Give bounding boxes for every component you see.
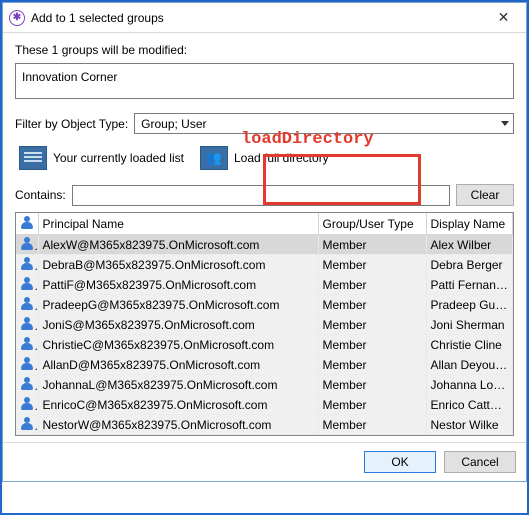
row-icon-cell [16,275,38,295]
principal-name-cell: PradeepG@M365x823975.OnMicrosoft.com [38,295,318,315]
user-icon [20,356,34,370]
currently-loaded-list-button[interactable]: Your currently loaded list [15,144,188,172]
filter-label: Filter by Object Type: [15,117,128,131]
table-row[interactable]: JoniS@M365x823975.OnMicrosoft.comMemberJ… [16,315,513,335]
row-icon-cell [16,235,38,255]
type-cell: Member [318,335,426,355]
dialog-window: ✱ Add to 1 selected groups ✕ These 1 gro… [2,2,527,482]
directory-icon: 👥 [200,146,228,170]
window-title: Add to 1 selected groups [31,11,481,25]
column-display-name[interactable]: Display Name [426,213,513,235]
principal-name-cell: EnricoC@M365x823975.OnMicrosoft.com [38,395,318,415]
row-icon-cell [16,415,38,435]
row-icon-cell [16,335,38,355]
user-icon [20,396,34,410]
user-icon [20,416,34,430]
row-icon-cell [16,395,38,415]
user-icon [20,316,34,330]
user-icon [20,296,34,310]
principal-name-cell: IsaiahL@M365x823975.OnMicrosoft.com [38,435,318,436]
display-name-cell: Isaiah Langer [426,435,513,436]
column-icon[interactable] [16,213,38,235]
table-row[interactable]: JohannaL@M365x823975.OnMicrosoft.comMemb… [16,375,513,395]
filter-object-type-dropdown[interactable]: Group; User [134,113,514,134]
user-icon [20,215,34,229]
type-cell: Member [318,355,426,375]
type-cell: Member [318,375,426,395]
type-cell: Member [318,435,426,436]
display-name-cell: Joni Sherman [426,315,513,335]
modified-label: These 1 groups will be modified: [15,43,514,57]
principal-name-cell: NestorW@M365x823975.OnMicrosoft.com [38,415,318,435]
results-scroll[interactable]: Principal Name Group/User Type Display N… [16,213,513,435]
principal-name-cell: JohannaL@M365x823975.OnMicrosoft.com [38,375,318,395]
table-row[interactable]: AllanD@M365x823975.OnMicrosoft.comMember… [16,355,513,375]
principal-name-cell: AllanD@M365x823975.OnMicrosoft.com [38,355,318,375]
load-full-directory-label: Load full directory [234,151,329,165]
table-row[interactable]: NestorW@M365x823975.OnMicrosoft.comMembe… [16,415,513,435]
type-cell: Member [318,295,426,315]
app-icon: ✱ [9,10,25,26]
row-icon-cell [16,315,38,335]
user-icon [20,256,34,270]
results-table: Principal Name Group/User Type Display N… [15,212,514,436]
user-icon [20,376,34,390]
display-name-cell: Christie Cline [426,335,513,355]
groups-listbox[interactable]: Innovation Corner [15,63,514,99]
clear-button[interactable]: Clear [456,184,514,206]
display-name-cell: Enrico Cattaneo [426,395,513,415]
dialog-footer: OK Cancel [3,442,526,481]
titlebar: ✱ Add to 1 selected groups ✕ [3,3,526,33]
list-icon [19,146,47,170]
ok-button[interactable]: OK [364,451,436,473]
table-row[interactable]: PradeepG@M365x823975.OnMicrosoft.comMemb… [16,295,513,315]
table-row[interactable]: ChristieC@M365x823975.OnMicrosoft.comMem… [16,335,513,355]
display-name-cell: Allan Deyoung [426,355,513,375]
user-icon [20,276,34,290]
display-name-cell: Debra Berger [426,255,513,275]
row-icon-cell [16,355,38,375]
principal-name-cell: PattiF@M365x823975.OnMicrosoft.com [38,275,318,295]
type-cell: Member [318,395,426,415]
type-cell: Member [318,275,426,295]
table-row[interactable]: DebraB@M365x823975.OnMicrosoft.comMember… [16,255,513,275]
contains-input[interactable] [72,185,450,206]
row-icon-cell [16,435,38,436]
display-name-cell: Nestor Wilke [426,415,513,435]
groups-list-item[interactable]: Innovation Corner [22,70,507,84]
display-name-cell: Pradeep Gupta [426,295,513,315]
display-name-cell: Johanna Lorenz [426,375,513,395]
column-principal-name[interactable]: Principal Name [38,213,318,235]
table-row[interactable]: PattiF@M365x823975.OnMicrosoft.comMember… [16,275,513,295]
filter-value: Group; User [141,117,206,131]
principal-name-cell: ChristieC@M365x823975.OnMicrosoft.com [38,335,318,355]
table-row[interactable]: IsaiahL@M365x823975.OnMicrosoft.comMembe… [16,435,513,436]
row-icon-cell [16,295,38,315]
row-icon-cell [16,255,38,275]
user-icon [20,336,34,350]
cancel-button[interactable]: Cancel [444,451,516,473]
currently-loaded-label: Your currently loaded list [53,151,184,165]
display-name-cell: Patti Fernandez [426,275,513,295]
user-icon [20,236,34,250]
display-name-cell: Alex Wilber [426,235,513,255]
close-button[interactable]: ✕ [481,3,526,32]
type-cell: Member [318,415,426,435]
principal-name-cell: DebraB@M365x823975.OnMicrosoft.com [38,255,318,275]
table-row[interactable]: EnricoC@M365x823975.OnMicrosoft.comMembe… [16,395,513,415]
type-cell: Member [318,255,426,275]
row-icon-cell [16,375,38,395]
contains-label: Contains: [15,188,66,202]
chevron-down-icon [501,121,509,126]
principal-name-cell: JoniS@M365x823975.OnMicrosoft.com [38,315,318,335]
type-cell: Member [318,315,426,335]
type-cell: Member [318,235,426,255]
load-full-directory-button[interactable]: 👥 Load full directory [196,144,333,172]
column-group-user-type[interactable]: Group/User Type [318,213,426,235]
principal-name-cell: AlexW@M365x823975.OnMicrosoft.com [38,235,318,255]
table-row[interactable]: AlexW@M365x823975.OnMicrosoft.comMemberA… [16,235,513,255]
